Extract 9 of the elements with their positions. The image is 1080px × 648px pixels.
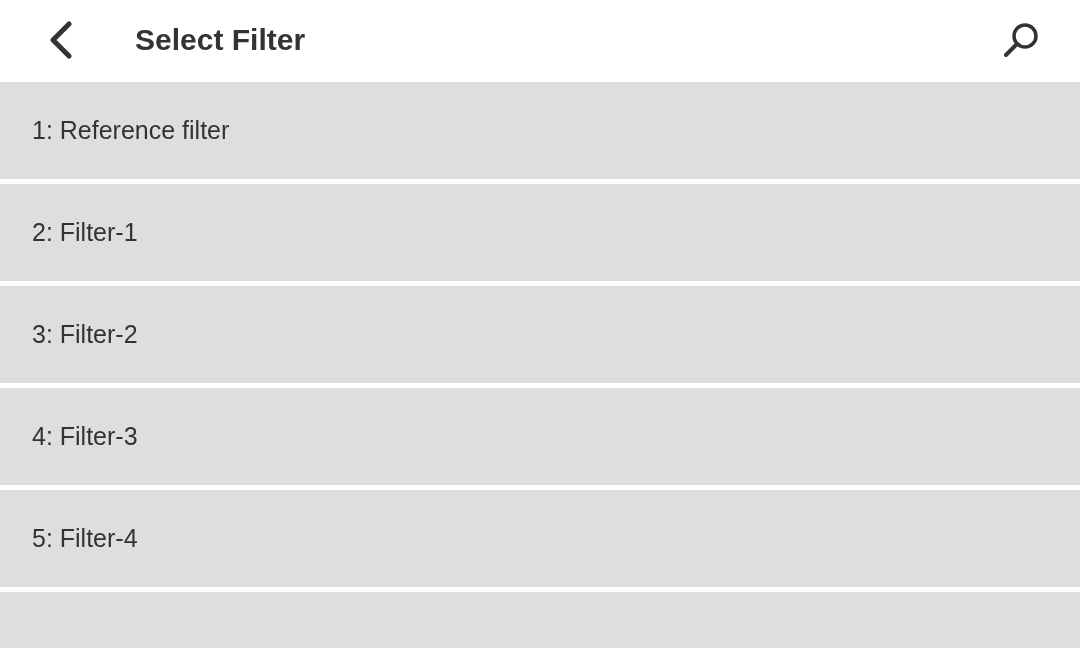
screen-title: Select Filter	[135, 23, 307, 57]
list-item[interactable]: 1: Reference filter	[0, 82, 1080, 179]
search-icon	[1002, 21, 1040, 59]
list-item[interactable]: 5: Filter-4	[0, 490, 1080, 587]
list-item[interactable]: 3: Filter-2	[0, 286, 1080, 383]
chevron-left-icon	[47, 21, 73, 59]
search-button[interactable]	[1002, 21, 1040, 59]
list-item[interactable]: 4: Filter-3	[0, 388, 1080, 485]
list-item[interactable]: 2: Filter-1	[0, 184, 1080, 281]
